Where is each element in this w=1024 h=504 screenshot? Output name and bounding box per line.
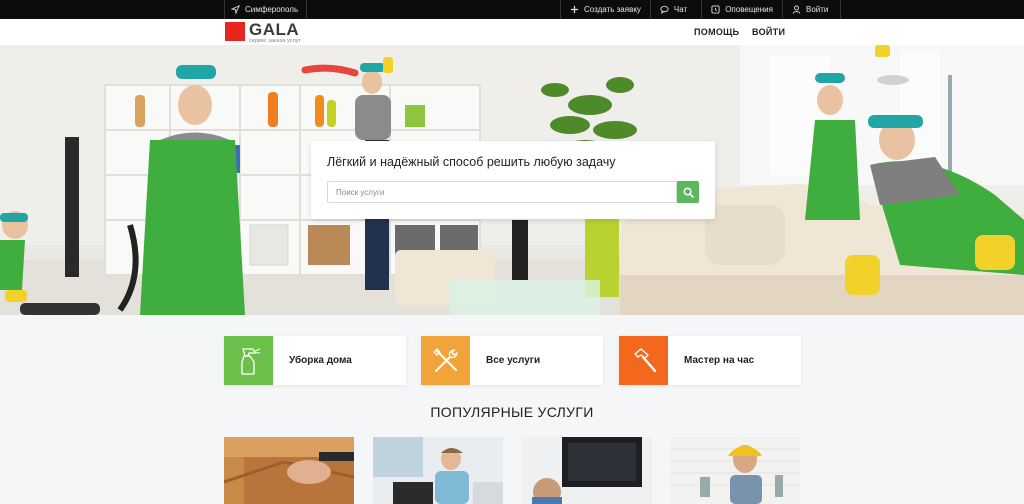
tools-crossed-icon	[432, 347, 458, 372]
category-label: Все услуги	[486, 355, 541, 366]
top-bar: Симферополь Создать заявку Чат Оповещени…	[0, 0, 1024, 19]
category-home-cleaning[interactable]: Уборка дома	[224, 336, 406, 385]
category-all-services[interactable]: Все услуги	[421, 336, 603, 385]
popular-service-card-cleaning[interactable]	[373, 437, 503, 504]
logo-square	[225, 22, 245, 41]
chat-bubble-icon	[660, 5, 669, 14]
plus-icon	[570, 5, 579, 14]
popular-service-card-carpentry[interactable]	[224, 437, 354, 504]
main-header: GALA сервис заказа услуг ПОМОЩЬ ВОЙТИ	[0, 19, 1024, 45]
user-icon	[792, 5, 801, 14]
category-icon-box	[619, 336, 668, 385]
clock-icon	[711, 5, 720, 14]
logo[interactable]: GALA сервис заказа услуг	[225, 20, 301, 44]
handyman-photo	[670, 437, 800, 504]
create-request-label: Создать заявку	[584, 5, 641, 14]
service-search-input[interactable]	[327, 181, 677, 203]
spray-bottle-icon	[240, 347, 260, 375]
notifications-label: Оповещения	[725, 5, 773, 14]
search-icon	[683, 187, 694, 198]
category-label: Уборка дома	[289, 355, 352, 366]
category-icon-box	[421, 336, 470, 385]
brand-tagline: сервис заказа услуг	[249, 38, 301, 44]
city-label: Симферополь	[245, 5, 299, 14]
popular-service-card-master[interactable]	[670, 437, 800, 504]
carpentry-photo	[224, 437, 354, 504]
location-arrow-icon	[231, 5, 240, 14]
category-handyman[interactable]: Мастер на час	[619, 336, 801, 385]
search-button[interactable]	[677, 181, 699, 203]
brand-name: GALA	[249, 20, 300, 39]
login-label: Войти	[805, 5, 829, 14]
chat-label: Чат	[673, 5, 688, 14]
popular-service-card-tv-mount[interactable]	[522, 437, 652, 504]
category-label: Мастер на час	[684, 355, 755, 366]
hero-title: Лёгкий и надёжный способ решить любую за…	[327, 155, 616, 169]
city-selector[interactable]: Симферополь	[224, 0, 308, 19]
nav-help[interactable]: ПОМОЩЬ	[694, 19, 739, 45]
search-card: Лёгкий и надёжный способ решить любую за…	[311, 141, 715, 219]
create-request-link[interactable]: Создать заявку	[560, 0, 650, 19]
chat-link[interactable]: Чат	[649, 0, 701, 19]
notifications-link[interactable]: Оповещения	[701, 0, 782, 19]
nav-login[interactable]: ВОЙТИ	[752, 19, 785, 45]
hero-banner: Лёгкий и надёжный способ решить любую за…	[0, 45, 1024, 315]
login-link[interactable]: Войти	[781, 0, 842, 19]
office-cleaning-photo	[373, 437, 503, 504]
category-icon-box	[224, 336, 273, 385]
popular-services-title: ПОПУЛЯРНЫЕ УСЛУГИ	[430, 404, 594, 420]
tv-mounting-photo	[522, 437, 652, 504]
hammer-icon	[633, 347, 656, 372]
